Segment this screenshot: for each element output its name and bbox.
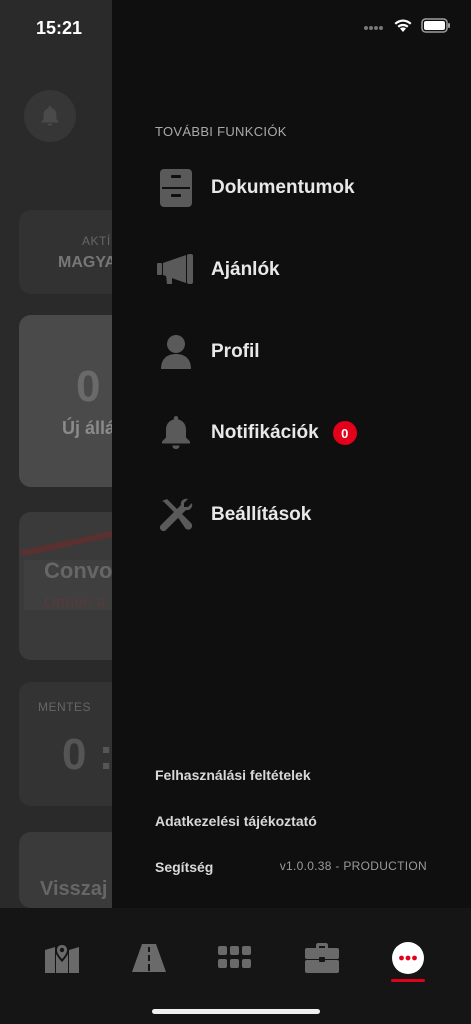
signal-icon [363, 19, 385, 37]
side-drawer: TOVÁBBI FUNKCIÓK Dokumentumok Ajánlók Pr… [112, 0, 471, 908]
person-icon [155, 331, 197, 373]
version-label: v1.0.0.38 - PRODUCTION [279, 859, 427, 873]
briefcase-icon [304, 942, 340, 979]
background-text: Otthon a [44, 594, 106, 611]
tab-grid[interactable] [205, 930, 265, 990]
menu-item-label: Beállítások [211, 504, 312, 525]
bell-icon [41, 106, 59, 126]
background-text: AKTÍ [82, 234, 111, 248]
map-icon [44, 942, 80, 979]
tab-bar [0, 908, 471, 1024]
background-number: 0 [76, 362, 101, 411]
background-text: MAGYA [58, 254, 117, 271]
section-title: TOVÁBBI FUNKCIÓK [155, 124, 287, 139]
road-icon [131, 943, 167, 978]
background-bell-button [24, 90, 76, 142]
background-number: 0 : [62, 730, 114, 779]
megaphone-icon [155, 249, 197, 291]
menu-item-documents[interactable]: Dokumentumok [155, 166, 455, 210]
grid-icon [217, 945, 253, 976]
battery-icon [421, 18, 451, 38]
background-text: MENTES [38, 700, 92, 714]
tab-jobs[interactable] [292, 930, 352, 990]
more-icon [391, 941, 425, 980]
menu-item-label: Ajánlók [211, 259, 280, 280]
status-icons [363, 18, 451, 38]
menu-item-recommendations[interactable]: Ajánlók [155, 248, 455, 292]
terms-link[interactable]: Felhasználási feltételek [155, 767, 311, 783]
background-text: Visszaj [40, 878, 108, 900]
menu-item-settings[interactable]: Beállítások [155, 493, 455, 537]
tab-map[interactable] [32, 930, 92, 990]
background-text: Új állá [62, 418, 116, 438]
status-time: 15:21 [36, 18, 83, 38]
notification-badge: 0 [332, 421, 357, 445]
wifi-icon [393, 18, 413, 38]
menu-item-label: Profil [211, 341, 260, 362]
help-link[interactable]: Segítség [155, 859, 213, 875]
tools-icon [155, 494, 197, 536]
menu-item-label: Notifikációk [211, 422, 319, 443]
home-indicator[interactable] [152, 1009, 320, 1014]
menu-item-notifications[interactable]: Notifikációk 0 [155, 411, 455, 455]
menu-item-profile[interactable]: Profil [155, 330, 455, 374]
tab-road[interactable] [119, 930, 179, 990]
menu-item-label: Dokumentumok [211, 177, 355, 198]
bell-icon [155, 412, 197, 454]
privacy-link[interactable]: Adatkezelési tájékoztató [155, 813, 317, 829]
active-tab-indicator [391, 979, 425, 982]
cabinet-icon [155, 167, 197, 209]
